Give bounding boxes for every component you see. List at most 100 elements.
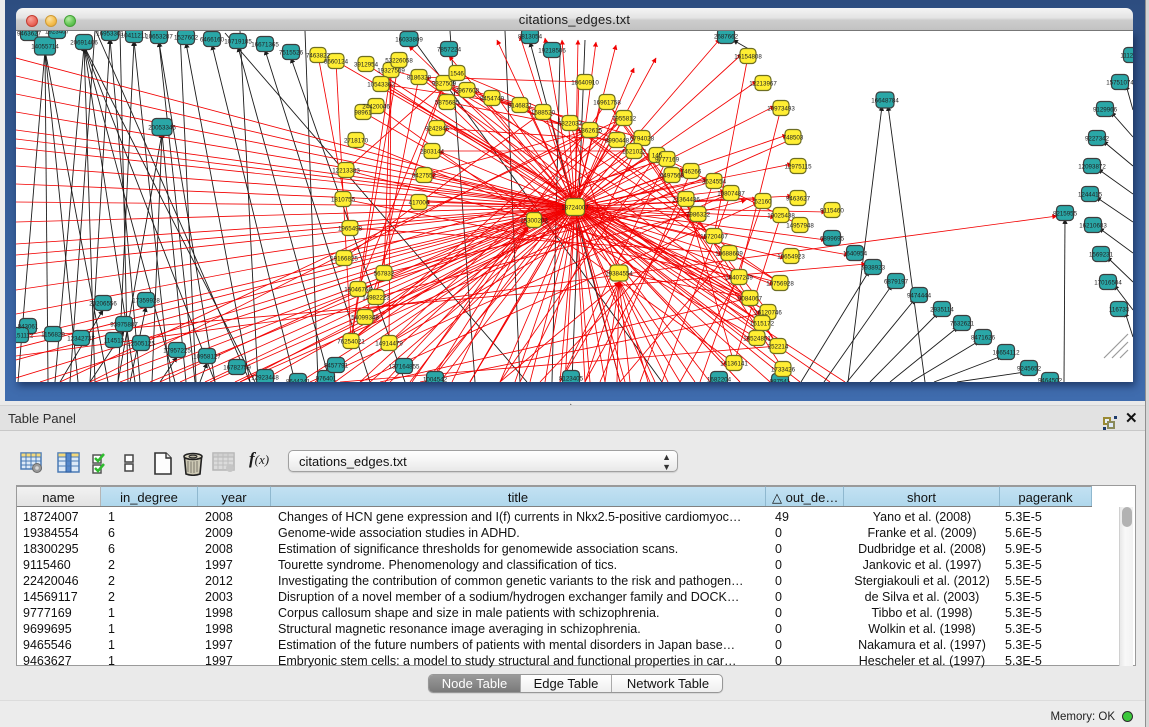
svg-text:18640910: 18640910 <box>571 80 599 87</box>
svg-text:3912954: 3912954 <box>354 62 379 69</box>
svg-text:9777169: 9777169 <box>655 157 680 164</box>
svg-text:9084067: 9084067 <box>738 296 763 303</box>
svg-text:9242845: 9242845 <box>425 126 450 133</box>
svg-text:987541: 987541 <box>770 379 791 383</box>
svg-text:12975115: 12975115 <box>784 164 812 171</box>
svg-text:15046766: 15046766 <box>344 287 372 294</box>
svg-text:1546: 1546 <box>450 71 464 78</box>
svg-text:8215955: 8215955 <box>1053 211 1078 218</box>
svg-text:10654112: 10654112 <box>992 350 1020 357</box>
svg-text:2967608: 2967608 <box>455 88 480 95</box>
svg-text:14136141: 14136141 <box>720 361 748 368</box>
svg-text:7955812: 7955812 <box>612 116 637 123</box>
svg-text:12093872: 12093872 <box>1078 164 1106 171</box>
svg-text:10025438: 10025438 <box>767 213 795 220</box>
svg-text:10653287: 10653287 <box>145 34 173 41</box>
svg-text:98961: 98961 <box>354 110 372 117</box>
svg-text:1362615: 1362615 <box>578 128 603 135</box>
svg-text:54099348: 54099348 <box>351 315 379 322</box>
svg-text:1569231: 1569231 <box>1089 252 1114 259</box>
svg-text:9245652: 9245652 <box>1017 366 1042 373</box>
svg-text:8813054: 8813054 <box>518 34 543 41</box>
svg-text:16648784: 16648784 <box>871 98 899 105</box>
svg-text:6794028: 6794028 <box>630 136 655 143</box>
svg-text:976401: 976401 <box>316 376 337 383</box>
svg-text:18524851: 18524851 <box>743 336 771 343</box>
svg-text:17016504: 17016504 <box>1094 280 1122 287</box>
svg-text:1965498: 1965498 <box>338 226 363 233</box>
svg-text:9463627: 9463627 <box>786 196 811 203</box>
svg-text:20691406: 20691406 <box>70 40 98 47</box>
svg-text:9129966: 9129966 <box>1093 107 1118 114</box>
svg-text:9457791: 9457791 <box>324 363 349 370</box>
svg-text:1923407: 1923407 <box>45 31 70 36</box>
svg-text:8660124: 8660124 <box>324 59 349 66</box>
svg-text:1004542: 1004542 <box>423 377 448 383</box>
svg-text:17957225: 17957225 <box>163 348 191 355</box>
svg-text:10756928: 10756928 <box>766 281 794 288</box>
svg-text:53226058: 53226058 <box>385 58 413 65</box>
svg-text:9463627: 9463627 <box>17 31 42 38</box>
svg-text:20053346: 20053346 <box>148 125 176 132</box>
svg-text:1733426: 1733426 <box>771 367 796 374</box>
svg-text:1112093: 1112093 <box>1120 53 1133 60</box>
svg-text:12505125: 12505125 <box>127 341 155 348</box>
svg-text:18724007: 18724007 <box>561 205 589 212</box>
svg-text:12923448: 12923448 <box>251 375 279 382</box>
svg-text:417006: 417006 <box>409 200 430 207</box>
svg-text:567832: 567832 <box>374 271 395 278</box>
svg-text:9464502: 9464502 <box>1038 378 1063 383</box>
svg-text:16154808: 16154808 <box>734 54 762 61</box>
svg-text:8123405: 8123405 <box>559 376 584 383</box>
svg-text:16120746: 16120746 <box>754 310 782 317</box>
svg-text:252214: 252214 <box>768 344 789 351</box>
svg-text:62160: 62160 <box>754 199 772 206</box>
svg-text:12213383: 12213383 <box>332 168 360 175</box>
svg-text:12213967: 12213967 <box>749 81 777 88</box>
svg-text:116733: 116733 <box>1109 307 1130 314</box>
svg-text:6899695: 6899695 <box>820 236 845 243</box>
svg-text:137164855: 137164855 <box>389 364 421 371</box>
svg-text:16671365: 16671365 <box>251 42 279 49</box>
svg-text:16961758: 16961758 <box>593 100 621 107</box>
svg-text:6497568: 6497568 <box>660 173 685 180</box>
svg-text:114513: 114513 <box>104 338 125 345</box>
svg-text:9474444: 9474444 <box>907 293 932 300</box>
svg-text:10807487: 10807487 <box>717 191 745 198</box>
svg-text:9227342: 9227342 <box>1085 136 1110 143</box>
svg-text:1810755: 1810755 <box>331 197 356 204</box>
svg-text:19218506: 19218506 <box>538 48 566 55</box>
svg-text:7986322: 7986322 <box>686 212 711 219</box>
svg-text:7632621: 7632621 <box>950 321 975 328</box>
svg-text:9115460: 9115460 <box>820 208 844 215</box>
svg-text:10654923: 10654923 <box>777 254 805 261</box>
svg-text:1621022: 1621022 <box>622 149 647 156</box>
svg-text:9427552: 9427552 <box>412 173 437 180</box>
svg-text:15720407: 15720407 <box>700 234 728 241</box>
svg-text:6879197: 6879197 <box>884 279 909 286</box>
svg-text:10719185: 10719185 <box>224 39 252 46</box>
svg-text:19166825: 19166825 <box>330 256 358 263</box>
svg-text:25300203: 25300203 <box>520 218 548 225</box>
svg-text:19384554: 19384554 <box>605 271 633 278</box>
svg-text:10688609: 10688609 <box>715 251 743 258</box>
svg-text:16782759: 16782759 <box>223 365 251 372</box>
svg-text:15751074: 15751074 <box>1106 80 1133 87</box>
svg-text:39151112: 39151112 <box>16 333 34 340</box>
svg-text:10958127: 10958127 <box>193 354 221 361</box>
svg-text:7515526: 7515526 <box>279 50 304 57</box>
svg-text:843061: 843061 <box>18 324 39 331</box>
svg-text:2803144: 2803144 <box>420 149 445 156</box>
svg-text:5875685: 5875685 <box>435 100 460 107</box>
svg-text:8990448: 8990448 <box>605 138 630 145</box>
svg-text:10411211: 10411211 <box>121 33 148 40</box>
svg-text:8186328: 8186328 <box>407 75 432 82</box>
svg-text:14957948: 14957948 <box>786 223 814 230</box>
svg-text:7857224: 7857224 <box>437 47 462 54</box>
svg-text:18407249: 18407249 <box>725 275 753 282</box>
svg-text:20206556: 20206556 <box>89 301 117 308</box>
svg-text:14914479: 14914479 <box>375 341 403 348</box>
svg-text:9327509: 9327509 <box>432 81 457 88</box>
svg-text:8644241: 8644241 <box>286 379 311 383</box>
svg-text:19327509: 19327509 <box>377 68 405 75</box>
